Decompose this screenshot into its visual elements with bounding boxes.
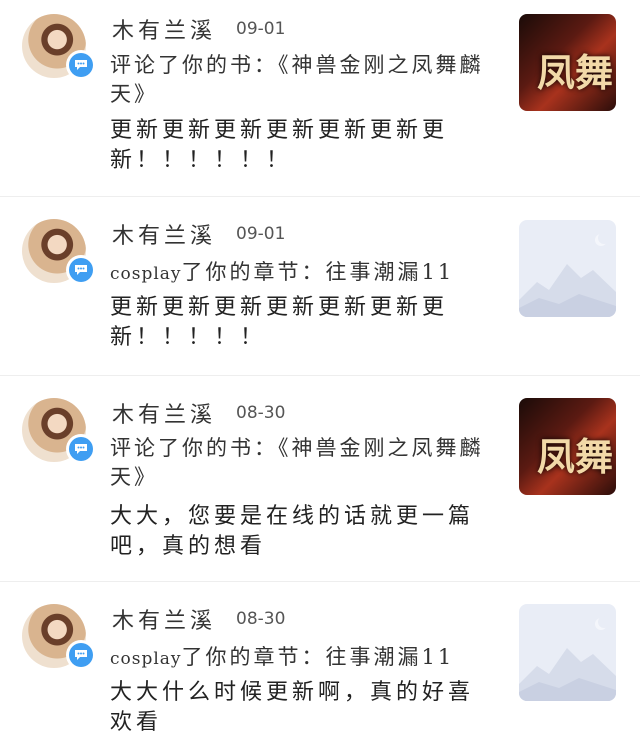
chat-bubble-icon — [69, 437, 93, 461]
comment-content: 大大，您要是在线的话就更一篇吧，真的想看 — [110, 504, 475, 559]
header-row: 木有兰溪 08-30 — [112, 397, 286, 429]
list-item[interactable]: 木有兰溪 09-01 评论了你的书：《神兽金刚之凤舞麟天》 更新更新更新更新更新… — [0, 0, 640, 196]
user-name[interactable]: 木有兰溪 — [112, 397, 216, 429]
action-text: 评论了你的书：《神兽金刚之凤舞麟天》 — [110, 53, 484, 106]
user-name[interactable]: 木有兰溪 — [112, 13, 216, 45]
action-rest: 了你的章节：往事潮漏11 — [181, 260, 455, 284]
avatar[interactable] — [22, 398, 96, 464]
comment-badge — [66, 434, 96, 464]
cover-title: 凤舞 — [537, 50, 614, 95]
chapter-thumbnail[interactable] — [519, 220, 616, 317]
timestamp: 08-30 — [236, 403, 286, 423]
list-item[interactable]: 木有兰溪 09-01 cosplay了你的章节：往事潮漏11 更新更新更新更新更… — [0, 197, 640, 375]
user-name[interactable]: 木有兰溪 — [112, 603, 216, 635]
comment-badge — [66, 50, 96, 80]
comment-content: 大大什么时候更新啊，真的好喜欢看 — [110, 680, 475, 735]
header-row: 木有兰溪 09-01 — [112, 218, 286, 250]
chat-bubble-icon — [69, 643, 93, 667]
action-text: 评论了你的书：《神兽金刚之凤舞麟天》 — [110, 436, 484, 489]
book-cover-thumbnail[interactable]: 凤舞 — [519, 14, 616, 111]
timestamp: 09-01 — [236, 224, 286, 244]
header-row: 木有兰溪 09-01 — [112, 13, 286, 45]
mountain-placeholder-icon — [519, 232, 616, 317]
comment-content: 更新更新更新更新更新更新更新！！！！！ — [110, 295, 449, 350]
action-text: cosplay了你的章节：往事潮漏11 — [110, 643, 490, 674]
chat-bubble-icon — [69, 258, 93, 282]
action-prefix: cosplay — [110, 649, 182, 669]
action-rest: 了你的章节：往事潮漏11 — [181, 645, 455, 669]
comment-badge — [66, 640, 96, 670]
notification-list: 木有兰溪 09-01 评论了你的书：《神兽金刚之凤舞麟天》 更新更新更新更新更新… — [0, 0, 640, 745]
timestamp: 08-30 — [236, 609, 286, 629]
chat-bubble-icon — [69, 53, 93, 77]
chapter-thumbnail[interactable] — [519, 604, 616, 701]
list-item[interactable]: 木有兰溪 08-30 cosplay了你的章节：往事潮漏11 大大什么时候更新啊… — [0, 582, 640, 745]
comment-badge — [66, 255, 96, 285]
cover-title: 凤舞 — [537, 434, 614, 479]
avatar[interactable] — [22, 14, 96, 80]
book-cover-thumbnail[interactable]: 凤舞 — [519, 398, 616, 495]
action-prefix: cosplay — [110, 264, 182, 284]
header-row: 木有兰溪 08-30 — [112, 603, 286, 635]
list-item[interactable]: 木有兰溪 08-30 评论了你的书：《神兽金刚之凤舞麟天》 大大，您要是在线的话… — [0, 376, 640, 581]
comment-content: 更新更新更新更新更新更新更新！！！！！！ — [110, 118, 449, 173]
user-name[interactable]: 木有兰溪 — [112, 218, 216, 250]
action-text: cosplay了你的章节：往事潮漏11 — [110, 258, 490, 289]
mountain-placeholder-icon — [519, 616, 616, 701]
avatar[interactable] — [22, 219, 96, 285]
timestamp: 09-01 — [236, 19, 286, 39]
avatar[interactable] — [22, 604, 96, 670]
